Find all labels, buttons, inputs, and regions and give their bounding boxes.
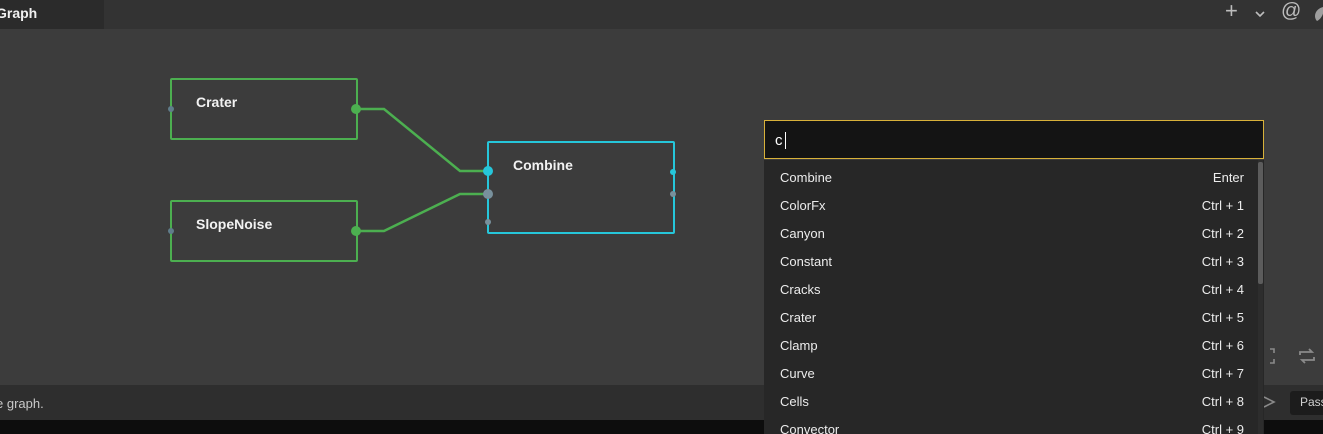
result-name: Cells bbox=[780, 394, 809, 409]
search-result-item[interactable]: Cells Ctrl + 8 bbox=[764, 386, 1258, 414]
node-slopenoise[interactable]: SlopeNoise bbox=[170, 200, 358, 262]
node-slopenoise-input-port[interactable] bbox=[168, 228, 174, 234]
result-shortcut: Ctrl + 5 bbox=[1201, 310, 1244, 325]
result-name: Constant bbox=[780, 254, 833, 269]
result-name: ColorFx bbox=[780, 198, 826, 213]
result-shortcut: Enter bbox=[1212, 170, 1244, 185]
search-results-list[interactable]: Combine Enter ColorFx Ctrl + 1 Canyon Ct… bbox=[764, 160, 1264, 434]
result-name: Convector bbox=[780, 422, 840, 434]
node-crater[interactable]: Crater bbox=[170, 78, 358, 140]
result-name: Combine bbox=[780, 170, 833, 185]
search-result-item[interactable]: Canyon Ctrl + 2 bbox=[764, 218, 1258, 246]
search-result-item[interactable]: Curve Ctrl + 7 bbox=[764, 358, 1258, 386]
node-title: Crater bbox=[196, 94, 238, 110]
status-text: e graph. bbox=[0, 396, 44, 411]
node-combine-output-port-a[interactable] bbox=[670, 169, 676, 175]
pass-button[interactable]: Pass bbox=[1290, 391, 1323, 415]
node-slopenoise-output-port[interactable] bbox=[351, 226, 361, 236]
search-result-item[interactable]: Constant Ctrl + 3 bbox=[764, 246, 1258, 274]
result-shortcut: Ctrl + 1 bbox=[1201, 198, 1244, 213]
result-name: Cracks bbox=[780, 282, 821, 297]
search-result-item[interactable]: Convector Ctrl + 9 bbox=[764, 414, 1258, 434]
refresh-icon[interactable] bbox=[1297, 348, 1317, 369]
result-shortcut: Ctrl + 8 bbox=[1201, 394, 1244, 409]
result-name: Clamp bbox=[780, 338, 818, 353]
text-caret bbox=[785, 132, 786, 149]
node-combine-input-port-a[interactable] bbox=[483, 166, 493, 176]
search-result-item[interactable]: Combine Enter bbox=[764, 162, 1258, 190]
result-shortcut: Ctrl + 9 bbox=[1201, 422, 1244, 434]
node-combine-output-port-b[interactable] bbox=[670, 191, 676, 197]
node-crater-input-port[interactable] bbox=[168, 106, 174, 112]
result-name: Canyon bbox=[780, 226, 825, 241]
result-name: Curve bbox=[780, 366, 815, 381]
search-result-item[interactable]: Crater Ctrl + 5 bbox=[764, 302, 1258, 330]
send-icon[interactable] bbox=[1262, 393, 1276, 414]
node-combine-input-port-c[interactable] bbox=[485, 219, 491, 225]
wire-slopenoise-to-combine bbox=[356, 192, 488, 233]
result-shortcut: Ctrl + 7 bbox=[1201, 366, 1244, 381]
node-title: SlopeNoise bbox=[196, 216, 273, 232]
node-search-box[interactable] bbox=[764, 120, 1264, 159]
search-result-item[interactable]: ColorFx Ctrl + 1 bbox=[764, 190, 1258, 218]
search-result-item[interactable]: Clamp Ctrl + 6 bbox=[764, 330, 1258, 358]
result-shortcut: Ctrl + 6 bbox=[1201, 338, 1244, 353]
results-scrollbar[interactable] bbox=[1258, 160, 1263, 434]
node-crater-output-port[interactable] bbox=[351, 104, 361, 114]
node-combine[interactable]: Combine bbox=[487, 141, 675, 234]
node-combine-input-port-b[interactable] bbox=[483, 189, 493, 199]
pass-button-label: Pass bbox=[1300, 395, 1323, 409]
result-shortcut: Ctrl + 3 bbox=[1201, 254, 1244, 269]
wire-crater-to-combine bbox=[356, 107, 488, 173]
results-scrollbar-thumb[interactable] bbox=[1258, 162, 1263, 284]
result-name: Crater bbox=[780, 310, 817, 325]
node-search-input[interactable] bbox=[775, 129, 1245, 151]
node-title: Combine bbox=[513, 157, 573, 173]
result-shortcut: Ctrl + 2 bbox=[1201, 226, 1244, 241]
result-shortcut: Ctrl + 4 bbox=[1201, 282, 1244, 297]
search-result-item[interactable]: Cracks Ctrl + 4 bbox=[764, 274, 1258, 302]
